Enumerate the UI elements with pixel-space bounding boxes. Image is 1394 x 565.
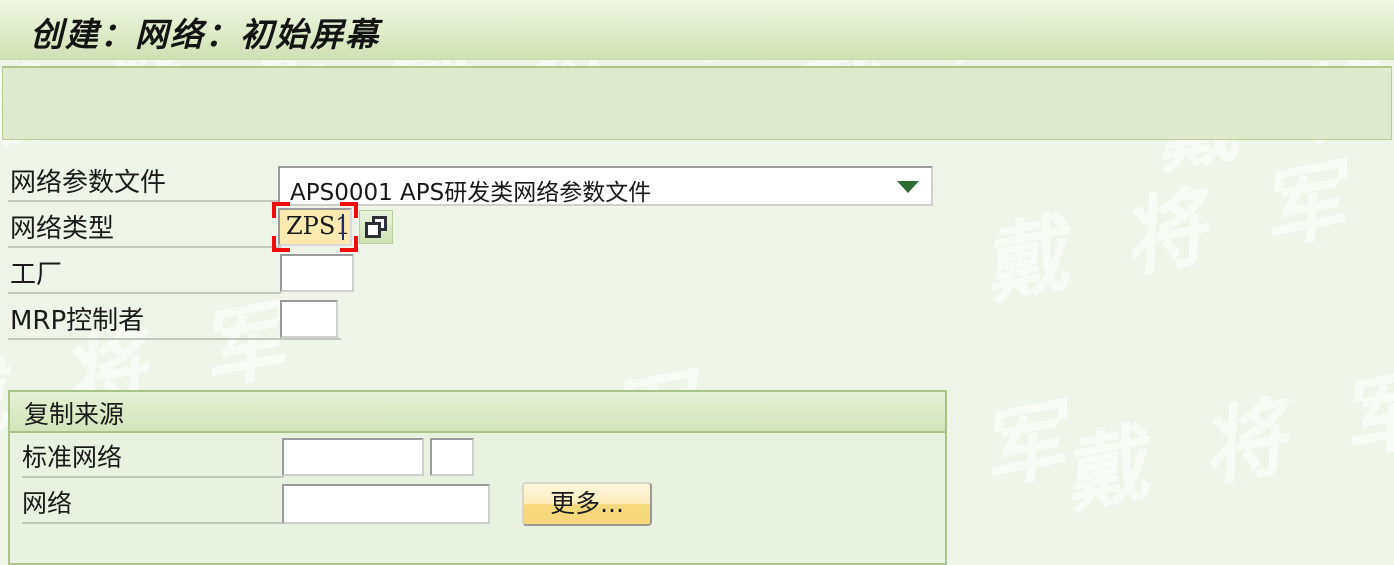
- toolbar-band: [2, 66, 1392, 140]
- label-rule: [22, 522, 284, 524]
- chevron-down-icon[interactable]: [897, 181, 919, 193]
- mrp-controller-input[interactable]: [280, 300, 338, 338]
- copy-from-groupbox-title: 复制来源: [24, 400, 125, 429]
- label-standard-network: 标准网络: [22, 443, 123, 472]
- standard-network-input[interactable]: [282, 438, 424, 476]
- focus-corner-icon: [272, 236, 290, 252]
- focus-corner-icon: [272, 202, 290, 218]
- label-rule: [8, 246, 281, 248]
- form-area: 网络参数文件 APS0001 APS研发类网络参数文件 网络类型 ZPS1 工厂: [0, 150, 1394, 565]
- plant-input[interactable]: [280, 254, 354, 292]
- network-profile-dropdown[interactable]: APS0001 APS研发类网络参数文件: [278, 166, 933, 206]
- label-rule: [22, 476, 284, 478]
- copy-from-groupbox: 复制来源 标准网络 网络 更多...: [8, 390, 947, 565]
- network-type-focus-marker: ZPS1: [272, 202, 358, 252]
- focus-corner-icon: [340, 202, 358, 218]
- matchcode-overlapping-squares-icon: [365, 222, 381, 238]
- page-title: 创建：网络：初始屏幕: [30, 15, 380, 54]
- network-input[interactable]: [282, 484, 490, 524]
- label-rule: [8, 292, 281, 294]
- focus-corner-icon: [340, 236, 358, 252]
- label-network-profile: 网络参数文件: [10, 168, 167, 198]
- copy-from-groupbox-header: 复制来源: [10, 392, 945, 433]
- label-plant: 工厂: [10, 260, 63, 290]
- label-network-type: 网络类型: [10, 214, 115, 244]
- label-rule: [8, 338, 341, 340]
- more-button[interactable]: 更多...: [522, 482, 652, 526]
- label-mrp-controller: MRP控制者: [10, 306, 145, 336]
- label-network: 网络: [22, 489, 73, 518]
- network-type-matchcode-button[interactable]: [359, 210, 393, 244]
- label-rule: [8, 200, 281, 202]
- title-bar: 创建：网络：初始屏幕: [0, 0, 1394, 60]
- standard-network-suffix-input[interactable]: [430, 438, 474, 476]
